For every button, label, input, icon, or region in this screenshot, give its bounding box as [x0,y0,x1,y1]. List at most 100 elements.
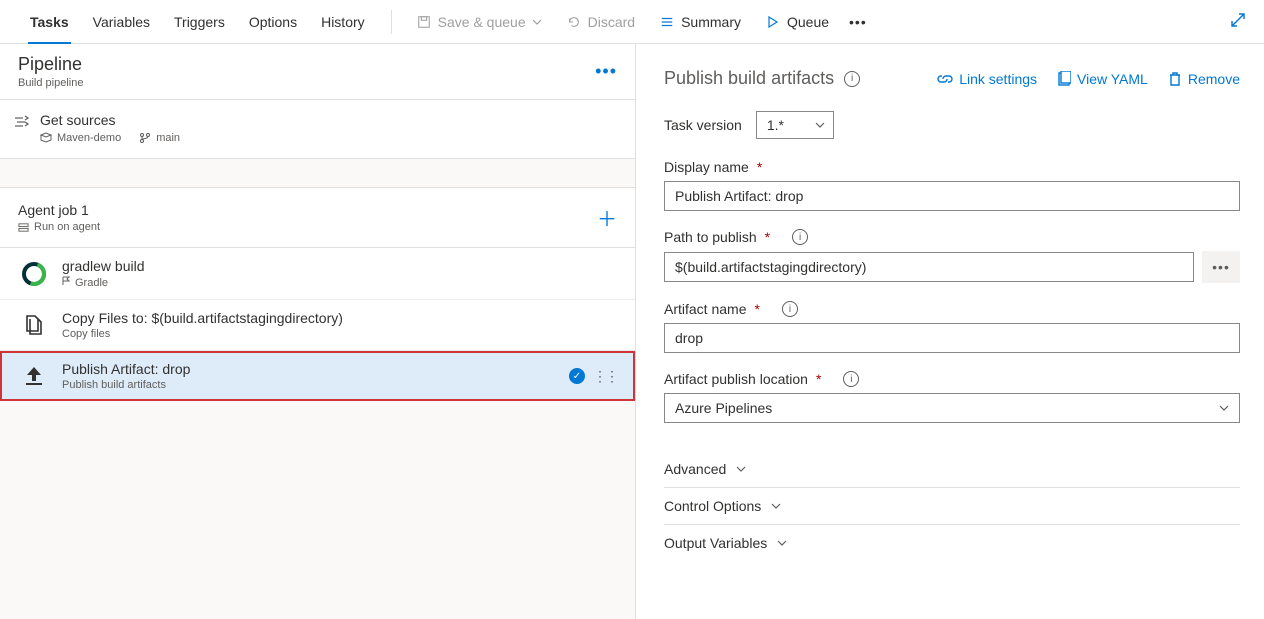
display-name-input[interactable] [664,181,1240,211]
accordion-control-options[interactable]: Control Options [664,488,1240,525]
tab-variables[interactable]: Variables [81,0,162,44]
yaml-icon [1057,71,1071,87]
artifact-name-input[interactable] [664,323,1240,353]
task-title: gradlew build [62,258,617,274]
add-task-button[interactable]: ＋ [597,203,617,232]
location-label: Artifact publish location [664,371,808,387]
task-row-gradle[interactable]: gradlew build Gradle [0,248,635,300]
discard-label: Discard [588,14,635,30]
agent-job-title: Agent job 1 [18,202,100,218]
chevron-down-icon [777,538,787,548]
flag-icon [62,276,72,286]
required-marker: * [754,301,759,317]
tab-history[interactable]: History [309,0,377,44]
path-input[interactable] [664,252,1194,282]
chevron-down-icon [1219,403,1229,413]
enabled-check-icon: ✓ [569,368,585,384]
queue-button[interactable]: Queue [755,0,839,44]
more-actions-button[interactable]: ••• [843,0,873,44]
info-icon[interactable]: i [844,71,860,87]
agent-job-subtitle: Run on agent [34,221,100,233]
repo-name: Maven-demo [57,132,121,144]
save-queue-label: Save & queue [438,14,526,30]
accordion-output-variables[interactable]: Output Variables [664,525,1240,561]
undo-icon [566,14,582,30]
chevron-down-icon [736,464,746,474]
task-row-publish-artifact[interactable]: Publish Artifact: drop Publish build art… [0,351,635,401]
task-version-value: 1.* [767,117,784,133]
repo-chip: Maven-demo [40,132,121,144]
required-marker: * [757,159,762,175]
task-subtitle: Gradle [75,277,108,289]
location-select[interactable]: Azure Pipelines [664,393,1240,423]
get-sources-row[interactable]: Get sources Maven-demo main [0,100,635,159]
link-settings-label: Link settings [959,71,1037,87]
info-icon[interactable]: i [843,371,859,387]
task-row-copy-files[interactable]: Copy Files to: $(build.artifactstagingdi… [0,300,635,351]
branch-icon [139,132,151,144]
pipeline-panel: Pipeline Build pipeline ••• Get sources … [0,44,636,619]
view-yaml-label: View YAML [1077,71,1148,87]
top-toolbar: Tasks Variables Triggers Options History… [0,0,1264,44]
queue-label: Queue [787,14,829,30]
copy-icon [20,311,48,339]
task-subtitle: Copy files [62,328,617,340]
accordion-label: Control Options [664,498,761,514]
agent-job-row[interactable]: Agent job 1 Run on agent ＋ [0,187,635,248]
play-icon [765,14,781,30]
get-sources-title: Get sources [40,112,180,128]
info-icon[interactable]: i [792,229,808,245]
summary-button[interactable]: Summary [649,0,751,44]
task-title: Copy Files to: $(build.artifactstagingdi… [62,310,617,326]
path-label: Path to publish [664,229,757,245]
remove-button[interactable]: Remove [1168,71,1240,87]
link-icon [937,72,953,86]
task-subtitle: Publish build artifacts [62,379,555,391]
chevron-down-icon [532,17,542,27]
upload-icon [20,362,48,390]
pipeline-title: Pipeline [18,54,83,75]
expand-icon[interactable] [1230,12,1246,31]
drag-handle[interactable]: ⋮⋮ [593,368,617,385]
task-version-label: Task version [664,117,742,133]
view-yaml-button[interactable]: View YAML [1057,71,1148,87]
task-detail-panel: Publish build artifacts i Link settings … [636,44,1264,619]
branch-name: main [156,132,180,144]
accordion-advanced[interactable]: Advanced [664,451,1240,488]
pipeline-more-button[interactable]: ••• [595,61,617,82]
repo-icon [40,132,52,144]
list-icon [659,14,675,30]
trash-icon [1168,71,1182,87]
branch-chip: main [139,132,180,144]
tab-options[interactable]: Options [237,0,309,44]
chevron-down-icon [815,120,825,130]
link-settings-button[interactable]: Link settings [937,71,1037,87]
gap [0,159,635,187]
pipeline-header[interactable]: Pipeline Build pipeline ••• [0,44,635,100]
tab-tasks[interactable]: Tasks [18,0,81,44]
display-name-label: Display name [664,159,749,175]
discard-button: Discard [556,0,645,44]
detail-title: Publish build artifacts [664,68,834,89]
gradle-icon [20,260,48,288]
pipeline-subtitle: Build pipeline [18,77,83,89]
remove-label: Remove [1188,71,1240,87]
summary-label: Summary [681,14,741,30]
save-and-queue-button: Save & queue [406,0,552,44]
chevron-down-icon [771,501,781,511]
task-title: Publish Artifact: drop [62,361,555,377]
sources-icon [14,114,30,131]
location-value: Azure Pipelines [675,400,772,416]
separator [391,10,392,34]
browse-path-button[interactable]: ••• [1202,251,1240,283]
required-marker: * [816,371,821,387]
required-marker: * [765,229,770,245]
tab-triggers[interactable]: Triggers [162,0,237,44]
server-icon [18,222,29,233]
accordion-label: Output Variables [664,535,767,551]
save-icon [416,14,432,30]
artifact-name-label: Artifact name [664,301,746,317]
accordion-label: Advanced [664,461,726,477]
info-icon[interactable]: i [782,301,798,317]
task-version-select[interactable]: 1.* [756,111,834,139]
